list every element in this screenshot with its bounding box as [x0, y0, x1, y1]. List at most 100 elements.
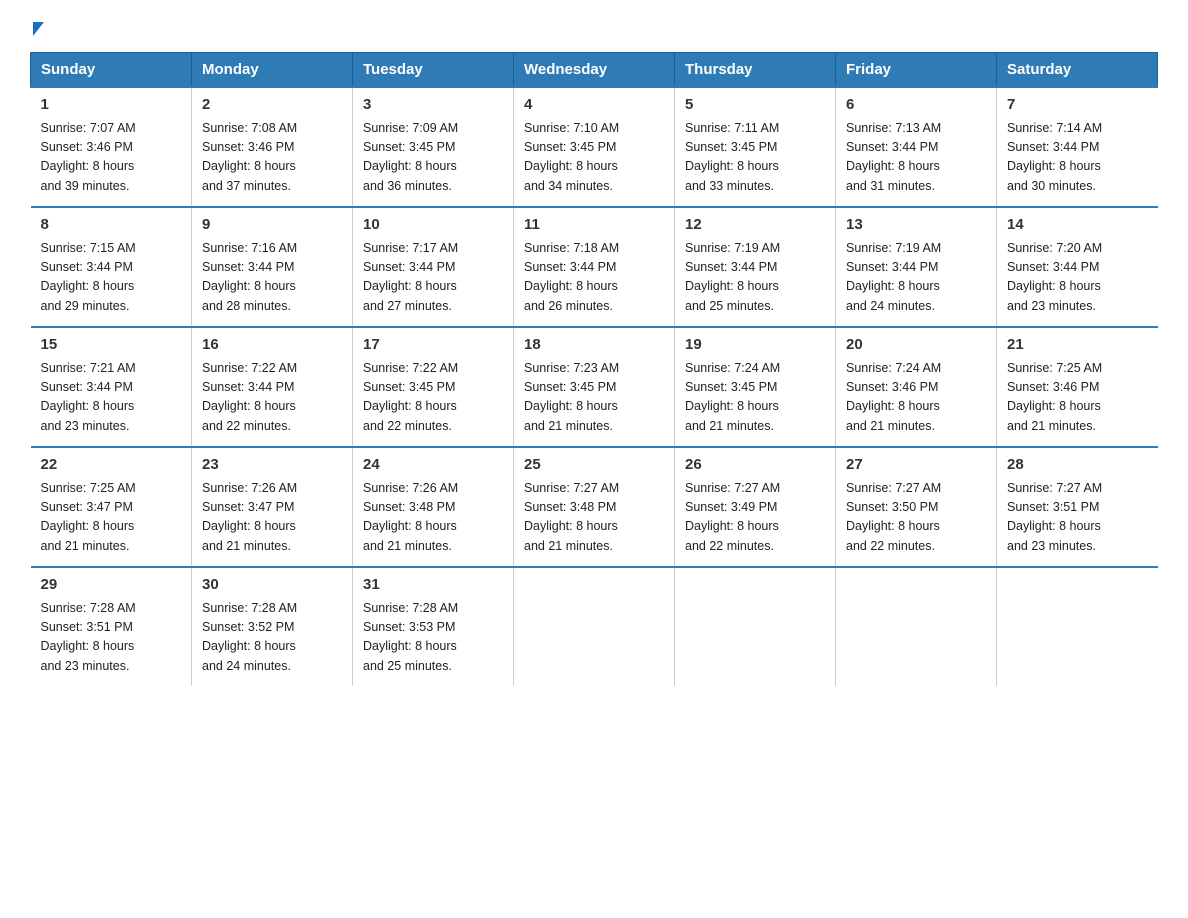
table-row: 1 Sunrise: 7:07 AM Sunset: 3:46 PM Dayli… — [31, 87, 192, 207]
logo — [30, 20, 44, 34]
calendar-week-row: 29 Sunrise: 7:28 AM Sunset: 3:51 PM Dayl… — [31, 567, 1158, 686]
day-info: Sunrise: 7:22 AM Sunset: 3:45 PM Dayligh… — [363, 359, 503, 437]
table-row: 30 Sunrise: 7:28 AM Sunset: 3:52 PM Dayl… — [192, 567, 353, 686]
day-info: Sunrise: 7:17 AM Sunset: 3:44 PM Dayligh… — [363, 239, 503, 317]
table-row — [675, 567, 836, 686]
header-saturday: Saturday — [997, 53, 1158, 88]
day-number: 10 — [363, 214, 503, 237]
table-row: 9 Sunrise: 7:16 AM Sunset: 3:44 PM Dayli… — [192, 207, 353, 327]
day-number: 15 — [41, 334, 182, 357]
day-number: 12 — [685, 214, 825, 237]
day-info: Sunrise: 7:27 AM Sunset: 3:51 PM Dayligh… — [1007, 479, 1148, 557]
day-info: Sunrise: 7:26 AM Sunset: 3:48 PM Dayligh… — [363, 479, 503, 557]
day-number: 18 — [524, 334, 664, 357]
table-row: 26 Sunrise: 7:27 AM Sunset: 3:49 PM Dayl… — [675, 447, 836, 567]
day-info: Sunrise: 7:28 AM Sunset: 3:52 PM Dayligh… — [202, 599, 342, 677]
day-number: 4 — [524, 94, 664, 117]
day-info: Sunrise: 7:11 AM Sunset: 3:45 PM Dayligh… — [685, 119, 825, 197]
day-info: Sunrise: 7:27 AM Sunset: 3:49 PM Dayligh… — [685, 479, 825, 557]
weekday-header-row: Sunday Monday Tuesday Wednesday Thursday… — [31, 53, 1158, 88]
day-info: Sunrise: 7:22 AM Sunset: 3:44 PM Dayligh… — [202, 359, 342, 437]
calendar-week-row: 1 Sunrise: 7:07 AM Sunset: 3:46 PM Dayli… — [31, 87, 1158, 207]
table-row: 16 Sunrise: 7:22 AM Sunset: 3:44 PM Dayl… — [192, 327, 353, 447]
day-number: 31 — [363, 574, 503, 597]
day-number: 30 — [202, 574, 342, 597]
table-row: 19 Sunrise: 7:24 AM Sunset: 3:45 PM Dayl… — [675, 327, 836, 447]
table-row: 17 Sunrise: 7:22 AM Sunset: 3:45 PM Dayl… — [353, 327, 514, 447]
day-number: 5 — [685, 94, 825, 117]
table-row: 22 Sunrise: 7:25 AM Sunset: 3:47 PM Dayl… — [31, 447, 192, 567]
table-row: 31 Sunrise: 7:28 AM Sunset: 3:53 PM Dayl… — [353, 567, 514, 686]
day-number: 7 — [1007, 94, 1148, 117]
day-info: Sunrise: 7:28 AM Sunset: 3:53 PM Dayligh… — [363, 599, 503, 677]
day-number: 28 — [1007, 454, 1148, 477]
header-thursday: Thursday — [675, 53, 836, 88]
page-header — [30, 20, 1158, 34]
table-row — [836, 567, 997, 686]
table-row: 18 Sunrise: 7:23 AM Sunset: 3:45 PM Dayl… — [514, 327, 675, 447]
header-wednesday: Wednesday — [514, 53, 675, 88]
day-info: Sunrise: 7:26 AM Sunset: 3:47 PM Dayligh… — [202, 479, 342, 557]
header-sunday: Sunday — [31, 53, 192, 88]
day-number: 14 — [1007, 214, 1148, 237]
table-row: 2 Sunrise: 7:08 AM Sunset: 3:46 PM Dayli… — [192, 87, 353, 207]
day-info: Sunrise: 7:27 AM Sunset: 3:50 PM Dayligh… — [846, 479, 986, 557]
day-info: Sunrise: 7:18 AM Sunset: 3:44 PM Dayligh… — [524, 239, 664, 317]
table-row: 7 Sunrise: 7:14 AM Sunset: 3:44 PM Dayli… — [997, 87, 1158, 207]
day-number: 17 — [363, 334, 503, 357]
day-number: 22 — [41, 454, 182, 477]
day-number: 6 — [846, 94, 986, 117]
day-info: Sunrise: 7:25 AM Sunset: 3:47 PM Dayligh… — [41, 479, 182, 557]
day-info: Sunrise: 7:19 AM Sunset: 3:44 PM Dayligh… — [846, 239, 986, 317]
day-number: 16 — [202, 334, 342, 357]
day-info: Sunrise: 7:08 AM Sunset: 3:46 PM Dayligh… — [202, 119, 342, 197]
calendar-week-row: 22 Sunrise: 7:25 AM Sunset: 3:47 PM Dayl… — [31, 447, 1158, 567]
table-row: 5 Sunrise: 7:11 AM Sunset: 3:45 PM Dayli… — [675, 87, 836, 207]
day-info: Sunrise: 7:16 AM Sunset: 3:44 PM Dayligh… — [202, 239, 342, 317]
day-info: Sunrise: 7:09 AM Sunset: 3:45 PM Dayligh… — [363, 119, 503, 197]
day-info: Sunrise: 7:10 AM Sunset: 3:45 PM Dayligh… — [524, 119, 664, 197]
table-row: 6 Sunrise: 7:13 AM Sunset: 3:44 PM Dayli… — [836, 87, 997, 207]
table-row: 23 Sunrise: 7:26 AM Sunset: 3:47 PM Dayl… — [192, 447, 353, 567]
table-row: 8 Sunrise: 7:15 AM Sunset: 3:44 PM Dayli… — [31, 207, 192, 327]
day-info: Sunrise: 7:28 AM Sunset: 3:51 PM Dayligh… — [41, 599, 182, 677]
day-info: Sunrise: 7:24 AM Sunset: 3:46 PM Dayligh… — [846, 359, 986, 437]
day-number: 19 — [685, 334, 825, 357]
day-number: 8 — [41, 214, 182, 237]
day-number: 24 — [363, 454, 503, 477]
day-info: Sunrise: 7:24 AM Sunset: 3:45 PM Dayligh… — [685, 359, 825, 437]
day-number: 9 — [202, 214, 342, 237]
table-row: 13 Sunrise: 7:19 AM Sunset: 3:44 PM Dayl… — [836, 207, 997, 327]
table-row — [997, 567, 1158, 686]
day-info: Sunrise: 7:21 AM Sunset: 3:44 PM Dayligh… — [41, 359, 182, 437]
day-info: Sunrise: 7:23 AM Sunset: 3:45 PM Dayligh… — [524, 359, 664, 437]
day-number: 21 — [1007, 334, 1148, 357]
day-info: Sunrise: 7:27 AM Sunset: 3:48 PM Dayligh… — [524, 479, 664, 557]
day-number: 23 — [202, 454, 342, 477]
table-row: 27 Sunrise: 7:27 AM Sunset: 3:50 PM Dayl… — [836, 447, 997, 567]
day-info: Sunrise: 7:19 AM Sunset: 3:44 PM Dayligh… — [685, 239, 825, 317]
table-row: 29 Sunrise: 7:28 AM Sunset: 3:51 PM Dayl… — [31, 567, 192, 686]
table-row: 25 Sunrise: 7:27 AM Sunset: 3:48 PM Dayl… — [514, 447, 675, 567]
day-number: 29 — [41, 574, 182, 597]
table-row: 12 Sunrise: 7:19 AM Sunset: 3:44 PM Dayl… — [675, 207, 836, 327]
logo-arrow-icon — [33, 22, 44, 36]
table-row: 3 Sunrise: 7:09 AM Sunset: 3:45 PM Dayli… — [353, 87, 514, 207]
table-row: 14 Sunrise: 7:20 AM Sunset: 3:44 PM Dayl… — [997, 207, 1158, 327]
day-number: 13 — [846, 214, 986, 237]
calendar-week-row: 8 Sunrise: 7:15 AM Sunset: 3:44 PM Dayli… — [31, 207, 1158, 327]
calendar-week-row: 15 Sunrise: 7:21 AM Sunset: 3:44 PM Dayl… — [31, 327, 1158, 447]
day-number: 26 — [685, 454, 825, 477]
header-monday: Monday — [192, 53, 353, 88]
table-row: 20 Sunrise: 7:24 AM Sunset: 3:46 PM Dayl… — [836, 327, 997, 447]
day-info: Sunrise: 7:15 AM Sunset: 3:44 PM Dayligh… — [41, 239, 182, 317]
table-row: 24 Sunrise: 7:26 AM Sunset: 3:48 PM Dayl… — [353, 447, 514, 567]
day-number: 3 — [363, 94, 503, 117]
table-row: 4 Sunrise: 7:10 AM Sunset: 3:45 PM Dayli… — [514, 87, 675, 207]
day-number: 11 — [524, 214, 664, 237]
day-number: 20 — [846, 334, 986, 357]
table-row: 21 Sunrise: 7:25 AM Sunset: 3:46 PM Dayl… — [997, 327, 1158, 447]
day-info: Sunrise: 7:25 AM Sunset: 3:46 PM Dayligh… — [1007, 359, 1148, 437]
table-row — [514, 567, 675, 686]
day-info: Sunrise: 7:13 AM Sunset: 3:44 PM Dayligh… — [846, 119, 986, 197]
